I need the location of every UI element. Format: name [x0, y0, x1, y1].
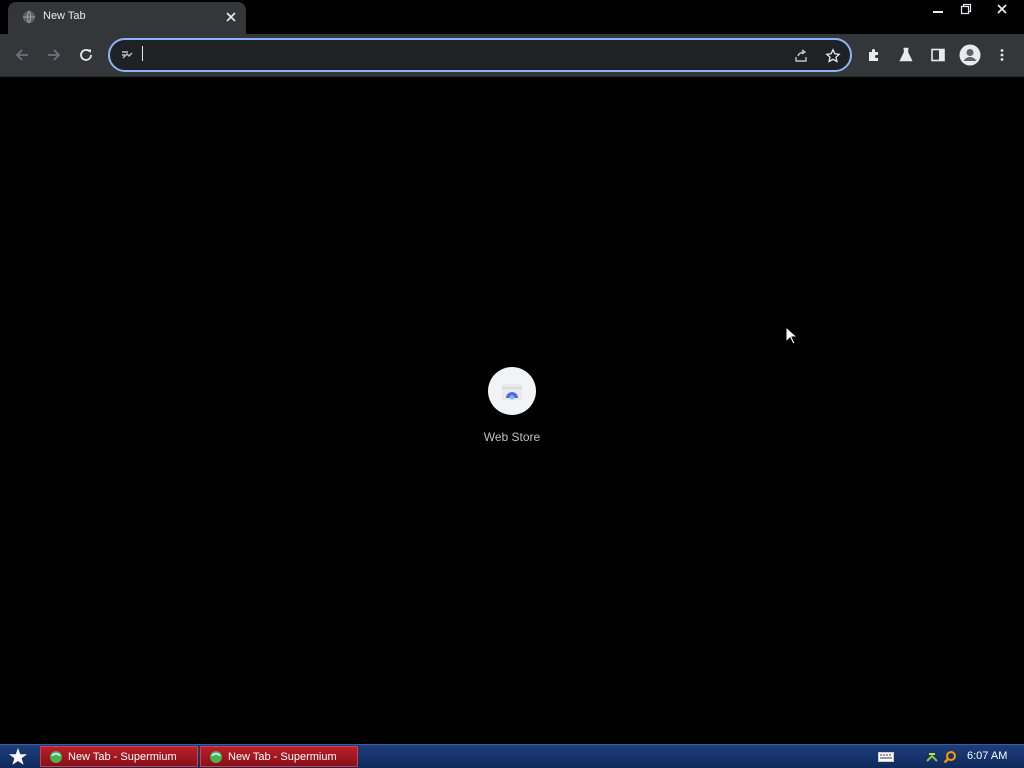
- site-info-icon[interactable]: [120, 48, 134, 62]
- keyboard-icon[interactable]: [878, 749, 894, 765]
- taskbar-item-label: New Tab - Supermium: [68, 750, 177, 763]
- network-icon[interactable]: [924, 749, 940, 765]
- tab-new-tab[interactable]: New Tab: [8, 2, 246, 34]
- new-tab-page: Web Store: [0, 78, 1024, 744]
- browser-window: New Tab Web Store: [0, 0, 1024, 744]
- window-controls: [924, 0, 1024, 18]
- taskbar-clock: 6:07 AM: [967, 750, 1008, 762]
- reload-icon[interactable]: [74, 43, 98, 67]
- tab-strip: New Tab: [0, 0, 1024, 34]
- close-icon[interactable]: [224, 10, 238, 24]
- arrow-right-icon[interactable]: [42, 43, 66, 67]
- globe-icon: [23, 10, 35, 24]
- tab-title: New Tab: [43, 10, 86, 22]
- taskbar-item[interactable]: New Tab - Supermium: [40, 746, 198, 767]
- window-close-icon[interactable]: [980, 0, 1024, 18]
- arrow-left-icon[interactable]: [10, 43, 34, 67]
- address-input[interactable]: [140, 44, 760, 66]
- restore-icon[interactable]: [952, 0, 980, 18]
- browser-toolbar: [0, 34, 1024, 77]
- taskbar-item-label: New Tab - Supermium: [228, 750, 337, 763]
- address-bar[interactable]: [108, 38, 852, 72]
- search-tray-icon[interactable]: [942, 749, 958, 765]
- text-caret: [142, 46, 143, 61]
- avatar-icon[interactable]: [958, 43, 982, 67]
- side-panel-icon[interactable]: [926, 43, 950, 67]
- share-icon[interactable]: [791, 46, 811, 66]
- webstore-icon: [502, 384, 522, 400]
- supermium-icon: [210, 750, 222, 763]
- kebab-menu-icon[interactable]: [990, 43, 1014, 67]
- flask-icon[interactable]: [894, 43, 918, 67]
- mouse-cursor-icon: [785, 326, 799, 345]
- taskbar: New Tab - Supermium New Tab - Supermium …: [0, 744, 1024, 768]
- puzzle-icon[interactable]: [862, 43, 886, 67]
- shortcut-tile[interactable]: [488, 367, 536, 415]
- taskbar-item[interactable]: New Tab - Supermium: [200, 746, 358, 767]
- start-star-icon[interactable]: [4, 746, 32, 768]
- shortcut-label: Web Store: [483, 430, 541, 444]
- minimize-icon[interactable]: [924, 0, 952, 18]
- star-icon[interactable]: [823, 46, 843, 66]
- shortcut-web-store[interactable]: Web Store: [472, 367, 552, 447]
- supermium-icon: [50, 750, 62, 763]
